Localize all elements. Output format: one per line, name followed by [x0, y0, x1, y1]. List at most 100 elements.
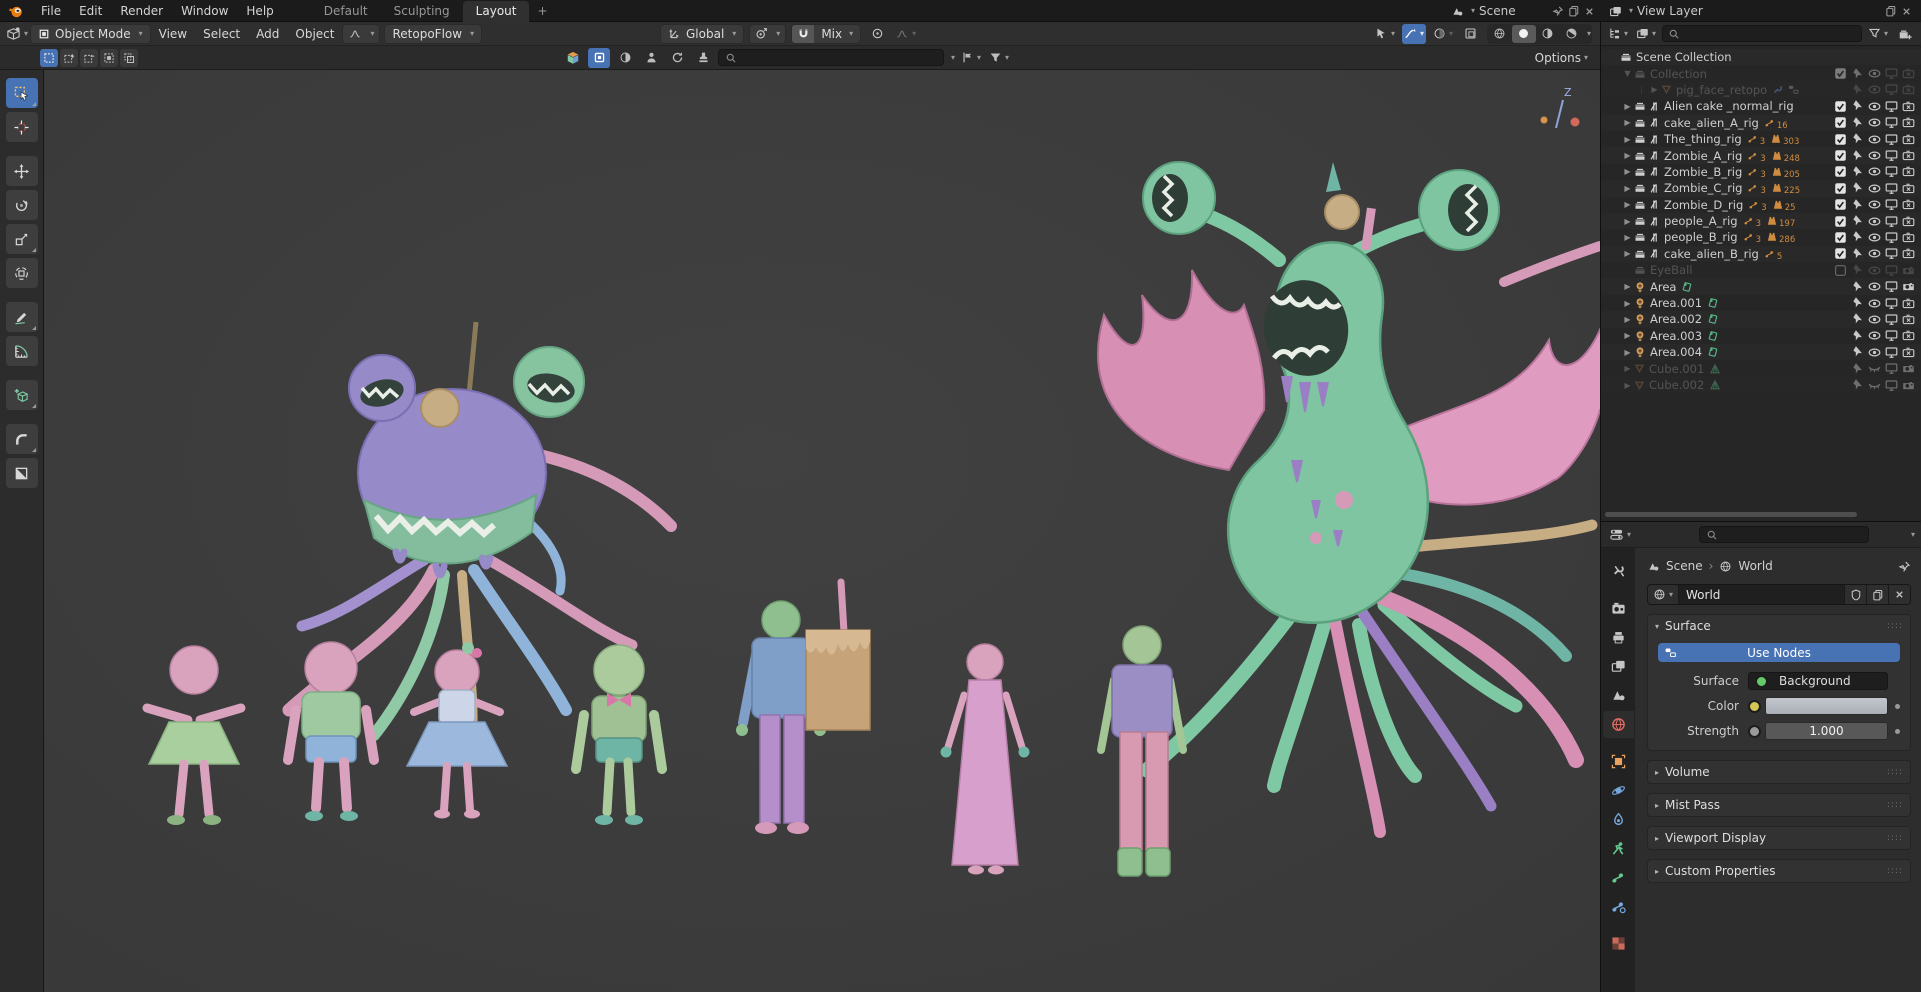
- selectable-icon[interactable]: [1850, 231, 1865, 243]
- outliner-row-cube-001[interactable]: ▶Cube.001: [1601, 360, 1921, 376]
- properties-tab-object[interactable]: [1603, 748, 1634, 775]
- pin-icon[interactable]: [1552, 5, 1564, 17]
- xray-toggle[interactable]: ▾: [1431, 24, 1455, 44]
- menu-edit[interactable]: Edit: [70, 2, 111, 20]
- proportional-falloff-dropdown[interactable]: ▾: [893, 24, 918, 44]
- viewport-menu-object[interactable]: Object: [287, 25, 342, 43]
- disable-viewport-icon[interactable]: [1884, 133, 1899, 146]
- search-input[interactable]: [718, 49, 944, 66]
- expander-icon[interactable]: ▶: [1621, 381, 1634, 390]
- options-dropdown[interactable]: Options ▾: [1535, 51, 1588, 65]
- eye-icon[interactable]: [1867, 116, 1882, 129]
- expander-icon[interactable]: ▶: [1621, 217, 1634, 226]
- model-girl-blue-skirt[interactable]: [407, 642, 507, 819]
- outliner-horizontal-scrollbar[interactable]: [1605, 512, 1857, 517]
- outliner-row-zombie-a-rig[interactable]: ▶Zombie_A_rig3248: [1601, 147, 1921, 163]
- checkbox-icon[interactable]: [1833, 149, 1848, 162]
- eye-icon[interactable]: [1867, 198, 1882, 211]
- selectable-icon[interactable]: [1850, 100, 1865, 112]
- disable-render-icon[interactable]: [1901, 83, 1916, 96]
- panel-viewport-display[interactable]: ▸Viewport Display::::: [1647, 826, 1911, 850]
- disable-viewport-icon[interactable]: [1884, 100, 1899, 113]
- chevron-down-icon[interactable]: ▾: [951, 54, 955, 62]
- disable-render-icon[interactable]: [1901, 362, 1916, 375]
- surface-panel-header[interactable]: ▾ Surface ::::: [1648, 615, 1910, 637]
- disable-render-icon[interactable]: [1901, 280, 1916, 293]
- outliner-search-input[interactable]: [1662, 25, 1862, 42]
- selectable-icon[interactable]: [1850, 264, 1865, 276]
- animate-strength-dot[interactable]: [1893, 729, 1902, 734]
- model-baby-green-bowtie[interactable]: [576, 645, 662, 825]
- properties-tab-render[interactable]: [1603, 595, 1634, 622]
- outliner-row-pig-face-retopo[interactable]: |▶pig_face_retopo: [1601, 82, 1921, 98]
- disable-render-icon[interactable]: [1901, 379, 1916, 392]
- disable-viewport-icon[interactable]: [1884, 346, 1899, 359]
- outliner-row-alien-cake-normal-rig[interactable]: ▶Alien cake _normal_rig: [1601, 98, 1921, 114]
- retopoflow-menu[interactable]: RetopoFlow ▾: [384, 24, 482, 44]
- tool-retopoflow-contours[interactable]: [6, 424, 38, 454]
- stamp-icon[interactable]: [692, 48, 714, 68]
- tool-rotate[interactable]: [6, 190, 38, 220]
- eye-icon[interactable]: [1867, 231, 1882, 244]
- transform-orientation-dropdown[interactable]: Global ▾: [660, 24, 744, 44]
- animate-color-dot[interactable]: [1893, 704, 1902, 709]
- outliner-display-mode-dropdown[interactable]: ▾: [1606, 24, 1630, 44]
- checkbox-icon[interactable]: [1833, 67, 1848, 80]
- panel-drag-handle[interactable]: ::::: [1887, 866, 1903, 876]
- tool-select-box[interactable]: [6, 78, 38, 108]
- workspace-tab-default[interactable]: Default: [311, 1, 381, 22]
- model-monster-right[interactable]: [1098, 162, 1600, 832]
- disable-render-icon[interactable]: [1901, 116, 1916, 129]
- panel-drag-handle[interactable]: ::::: [1887, 800, 1903, 810]
- tool-move[interactable]: [6, 156, 38, 186]
- outliner-filter-dropdown[interactable]: ▾: [1866, 24, 1890, 44]
- expander-icon[interactable]: ▶: [1648, 85, 1661, 94]
- tool-add-cube[interactable]: [6, 380, 38, 410]
- checkbox-icon[interactable]: [1833, 116, 1848, 129]
- expander-icon[interactable]: ▶: [1621, 249, 1634, 258]
- panel-mist-pass[interactable]: ▸Mist Pass::::: [1647, 793, 1911, 817]
- outliner-row-scene-collection[interactable]: Scene Collection: [1601, 49, 1921, 65]
- expander-icon[interactable]: ▶: [1621, 282, 1634, 291]
- outliner-row-area-003[interactable]: ▶Area.003: [1601, 328, 1921, 344]
- blender-logo-icon[interactable]: [8, 3, 24, 19]
- eye-icon[interactable]: [1867, 297, 1882, 310]
- menu-file[interactable]: File: [32, 2, 70, 20]
- new-world-copy-icon[interactable]: [1866, 585, 1888, 604]
- model-woman-pink-dress[interactable]: [941, 644, 1030, 875]
- disable-viewport-icon[interactable]: [1884, 83, 1899, 96]
- select-mode-intersect-button[interactable]: [120, 49, 138, 67]
- expander-icon[interactable]: ▶: [1621, 135, 1634, 144]
- selectable-icon[interactable]: [1850, 330, 1865, 342]
- checkbox-icon[interactable]: [1833, 100, 1848, 113]
- properties-tab-bone-constraint[interactable]: [1603, 893, 1634, 920]
- checkbox-icon[interactable]: [1833, 198, 1848, 211]
- shading-solid-button[interactable]: [1512, 25, 1536, 43]
- checkbox-icon[interactable]: [1833, 133, 1848, 146]
- menu-render[interactable]: Render: [111, 2, 172, 20]
- breadcrumb-world[interactable]: World: [1738, 559, 1772, 573]
- expander-icon[interactable]: ▶: [1621, 151, 1634, 160]
- outliner-row-zombie-b-rig[interactable]: ▶Zombie_B_rig3205: [1601, 164, 1921, 180]
- snap-magnet-toggle[interactable]: [792, 24, 814, 44]
- pin-id-icon[interactable]: [1898, 560, 1911, 573]
- expander-icon[interactable]: ▶: [1621, 315, 1634, 324]
- fake-user-shield-icon[interactable]: [1844, 585, 1866, 604]
- checkbox-icon[interactable]: [1833, 247, 1848, 260]
- model-baby-pink-dress[interactable]: [147, 646, 241, 825]
- outliner-row-area[interactable]: ▶Area: [1601, 278, 1921, 294]
- outliner-row-zombie-c-rig[interactable]: ▶Zombie_C_rig3225: [1601, 180, 1921, 196]
- disable-viewport-icon[interactable]: [1884, 280, 1899, 293]
- panel-custom-properties[interactable]: ▸Custom Properties::::: [1647, 859, 1911, 883]
- eye-icon[interactable]: [1867, 83, 1882, 96]
- box-filter-icon[interactable]: [588, 48, 610, 68]
- eye-icon[interactable]: [1867, 67, 1882, 80]
- properties-tab-texture[interactable]: [1603, 930, 1634, 957]
- properties-tab-physics[interactable]: [1603, 777, 1634, 804]
- expander-icon[interactable]: ▶: [1621, 184, 1634, 193]
- expander-icon[interactable]: ▶: [1621, 364, 1634, 373]
- eye-icon[interactable]: [1867, 329, 1882, 342]
- selectable-icon[interactable]: [1850, 68, 1865, 80]
- disable-viewport-icon[interactable]: [1884, 165, 1899, 178]
- selectable-icon[interactable]: [1850, 166, 1865, 178]
